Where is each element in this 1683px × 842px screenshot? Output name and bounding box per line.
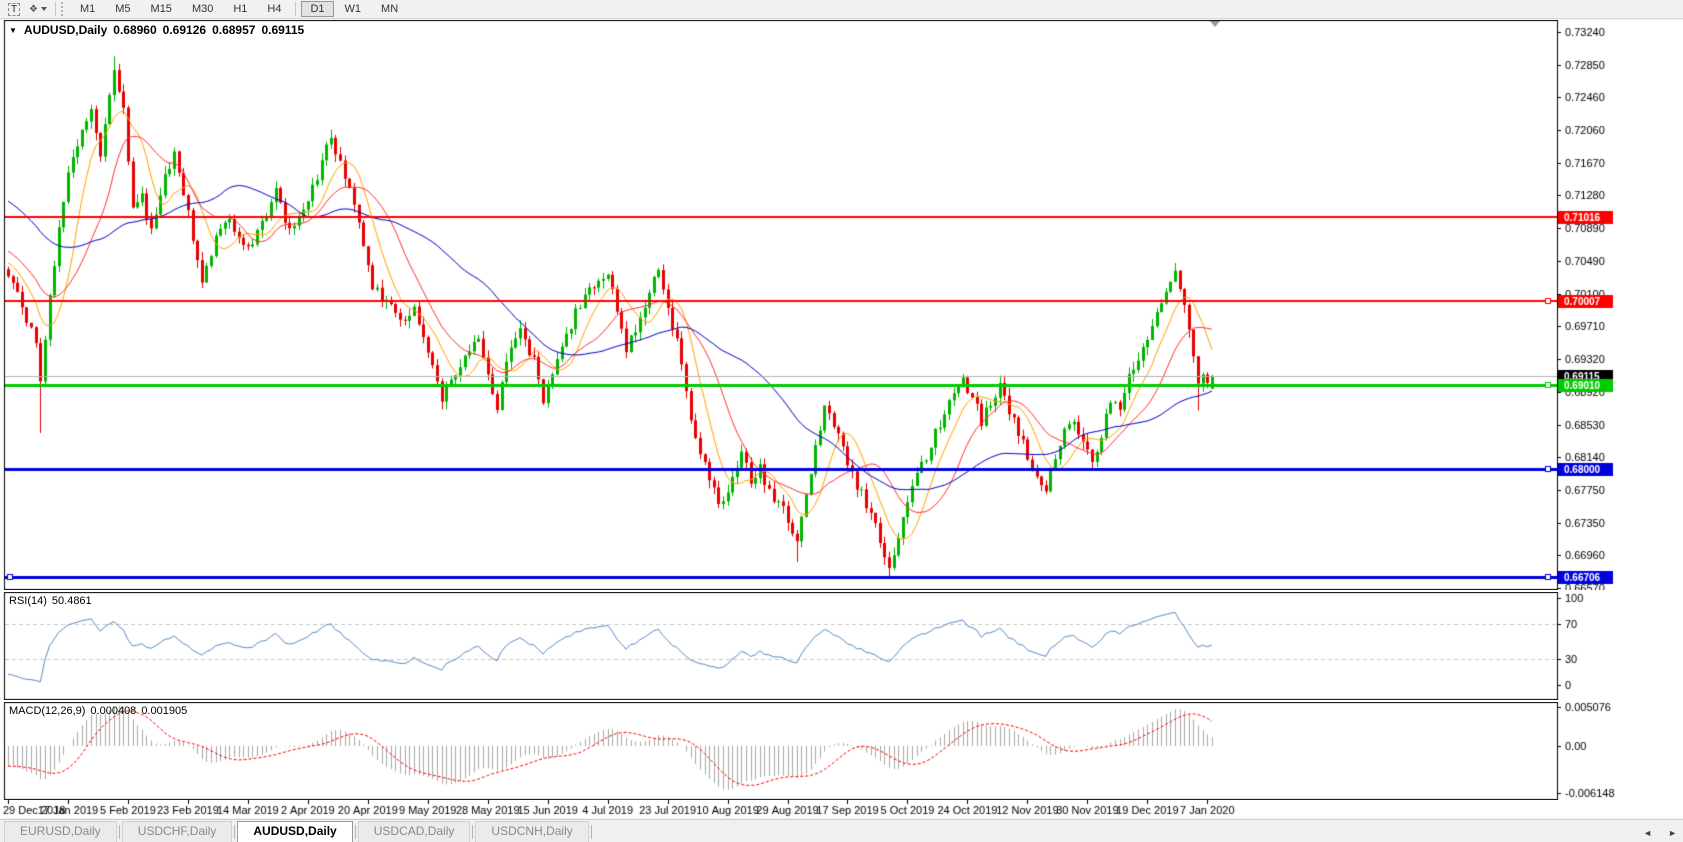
ohlc-close-value: 0.69115 bbox=[261, 23, 304, 37]
toolbar-separator bbox=[55, 2, 56, 16]
macd-signal-value: 0.001905 bbox=[141, 705, 187, 717]
rsi-name: RSI(14) bbox=[9, 595, 47, 607]
tab-divider bbox=[119, 825, 120, 839]
tab-scroll-controls: ◄ ► bbox=[1643, 828, 1677, 838]
main-price-chart-canvas[interactable] bbox=[0, 20, 1683, 590]
timeframe-button-m15[interactable]: M15 bbox=[142, 1, 181, 17]
chart-title: ▼ AUDUSD,Daily 0.68960 0.69126 0.68957 0… bbox=[9, 23, 304, 37]
date-axis-canvas bbox=[0, 800, 1683, 818]
text-tool-button[interactable]: T bbox=[4, 1, 24, 17]
timeframe-button-mn[interactable]: MN bbox=[372, 1, 407, 17]
rsi-indicator-canvas[interactable] bbox=[0, 592, 1683, 700]
tab-divider bbox=[234, 825, 235, 839]
toolbar-grip[interactable] bbox=[61, 2, 66, 16]
chart-region: ▼ AUDUSD,Daily 0.68960 0.69126 0.68957 0… bbox=[0, 20, 1683, 818]
chevron-down-icon bbox=[41, 7, 47, 11]
macd-name: MACD(12,26,9) bbox=[9, 705, 85, 717]
cursor-tool-button[interactable]: ❖ bbox=[26, 1, 50, 17]
collapse-caret-icon[interactable]: ▼ bbox=[9, 26, 17, 35]
cursor-tool-icon: ❖ bbox=[29, 4, 38, 15]
rsi-value: 50.4861 bbox=[52, 595, 92, 607]
timeframe-button-h1[interactable]: H1 bbox=[224, 1, 256, 17]
ohlc-low-value: 0.68957 bbox=[212, 23, 255, 37]
rsi-indicator-label: RSI(14) 50.4861 bbox=[9, 595, 92, 607]
toolbar: T ❖ M1 M5 M15 M30 H1 H4 D1 W1 MN bbox=[0, 0, 1683, 19]
tab-usdcnh-daily[interactable]: USDCNH,Daily bbox=[475, 821, 588, 842]
macd-indicator-canvas[interactable] bbox=[0, 702, 1683, 800]
tab-audusd-daily[interactable]: AUDUSD,Daily bbox=[237, 821, 352, 842]
trading-platform-window: T ❖ M1 M5 M15 M30 H1 H4 D1 W1 MN ▼ AUDUS… bbox=[0, 0, 1683, 842]
timeframe-button-h4[interactable]: H4 bbox=[258, 1, 290, 17]
chart-symbol-label: AUDUSD,Daily bbox=[24, 23, 107, 37]
macd-main-value: 0.000408 bbox=[90, 705, 136, 717]
text-tool-icon: T bbox=[8, 3, 20, 16]
toolbar-separator bbox=[295, 2, 296, 16]
timeframe-button-m30[interactable]: M30 bbox=[183, 1, 222, 17]
timeframe-button-d1[interactable]: D1 bbox=[301, 1, 333, 17]
timeframe-button-w1[interactable]: W1 bbox=[336, 1, 371, 17]
timeframe-button-m1[interactable]: M1 bbox=[71, 1, 104, 17]
tab-divider bbox=[472, 825, 473, 839]
tab-eurusd-daily[interactable]: EURUSD,Daily bbox=[4, 821, 117, 842]
timeframe-button-m5[interactable]: M5 bbox=[106, 1, 139, 17]
tab-divider bbox=[355, 825, 356, 839]
chart-tab-bar: EURUSD,Daily USDCHF,Daily AUDUSD,Daily U… bbox=[0, 819, 1683, 842]
tab-usdchf-daily[interactable]: USDCHF,Daily bbox=[122, 821, 233, 842]
ohlc-open-value: 0.68960 bbox=[113, 23, 156, 37]
tab-usdcad-daily[interactable]: USDCAD,Daily bbox=[358, 821, 471, 842]
macd-indicator-label: MACD(12,26,9) 0.000408 0.001905 bbox=[9, 705, 187, 717]
tab-divider bbox=[591, 825, 592, 839]
tabs-scroll-left-icon[interactable]: ◄ bbox=[1643, 828, 1652, 838]
tabs-scroll-right-icon[interactable]: ► bbox=[1668, 828, 1677, 838]
ohlc-high-value: 0.69126 bbox=[163, 23, 206, 37]
